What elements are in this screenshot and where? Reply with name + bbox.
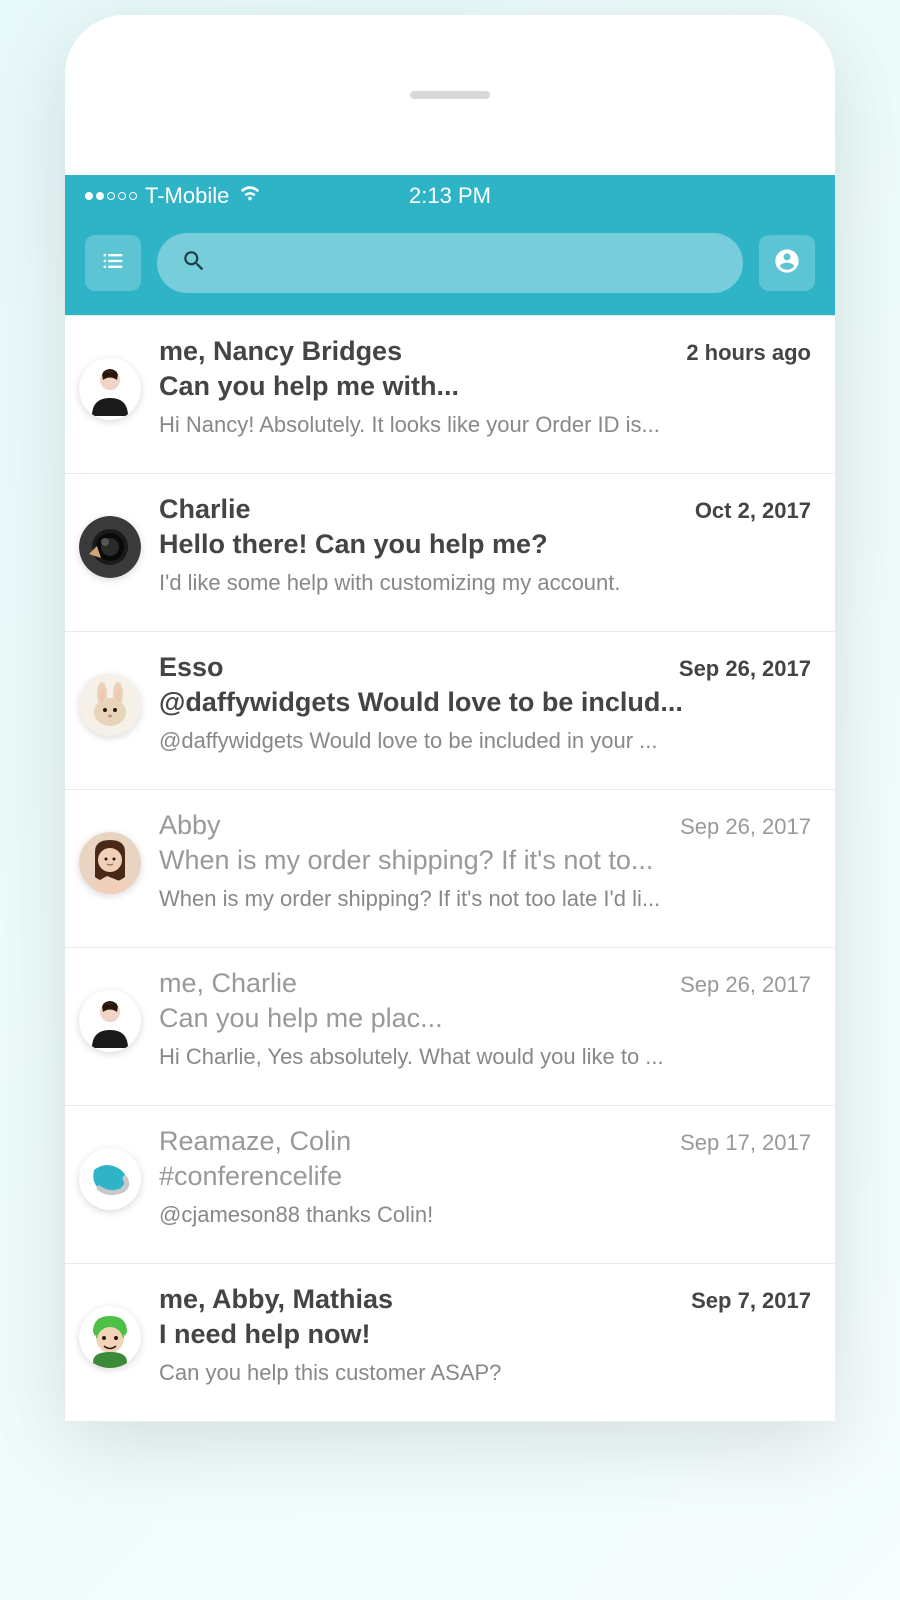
timestamp-label: Sep 17, 2017 <box>680 1130 811 1156</box>
conversation-row[interactable]: me, Nancy Bridges 2 hours ago Can you he… <box>65 316 835 474</box>
avatar <box>79 990 141 1052</box>
menu-button[interactable] <box>85 235 141 291</box>
conversation-row[interactable]: Reamaze, Colin Sep 17, 2017 #conferencel… <box>65 1106 835 1264</box>
avatar <box>79 1148 141 1210</box>
conversation-row[interactable]: me, Abby, Mathias Sep 7, 2017 I need hel… <box>65 1264 835 1422</box>
list-icon <box>99 247 127 280</box>
conversation-body: Reamaze, Colin Sep 17, 2017 #conferencel… <box>159 1126 811 1228</box>
conversation-list: me, Nancy Bridges 2 hours ago Can you he… <box>65 315 835 1422</box>
conversation-row[interactable]: Esso Sep 26, 2017 @daffywidgets Would lo… <box>65 632 835 790</box>
phone-speaker <box>410 91 490 99</box>
participants-label: Abby <box>159 810 221 841</box>
subject-label: @daffywidgets Would love to be includ... <box>159 687 811 718</box>
participants-label: Reamaze, Colin <box>159 1126 351 1157</box>
wifi-icon <box>239 182 261 210</box>
app-header <box>65 217 835 315</box>
timestamp-label: Sep 7, 2017 <box>691 1288 811 1314</box>
timestamp-label: Sep 26, 2017 <box>679 656 811 682</box>
preview-label: @daffywidgets Would love to be included … <box>159 728 811 754</box>
subject-label: Can you help me plac... <box>159 1003 811 1034</box>
phone-bezel <box>65 15 835 175</box>
conversation-body: me, Abby, Mathias Sep 7, 2017 I need hel… <box>159 1284 811 1386</box>
conversation-row[interactable]: Charlie Oct 2, 2017 Hello there! Can you… <box>65 474 835 632</box>
status-bar: T-Mobile 2:13 PM <box>65 175 835 217</box>
preview-label: When is my order shipping? If it's not t… <box>159 886 811 912</box>
status-time: 2:13 PM <box>409 183 491 209</box>
timestamp-label: Sep 26, 2017 <box>680 972 811 998</box>
subject-label: I need help now! <box>159 1319 811 1350</box>
conversation-row[interactable]: me, Charlie Sep 26, 2017 Can you help me… <box>65 948 835 1106</box>
avatar <box>79 358 141 420</box>
preview-label: I'd like some help with customizing my a… <box>159 570 811 596</box>
subject-label: Hello there! Can you help me? <box>159 529 811 560</box>
preview-label: Can you help this customer ASAP? <box>159 1360 811 1386</box>
conversation-body: Charlie Oct 2, 2017 Hello there! Can you… <box>159 494 811 596</box>
subject-label: Can you help me with... <box>159 371 811 402</box>
timestamp-label: Oct 2, 2017 <box>695 498 811 524</box>
search-input[interactable] <box>157 233 743 293</box>
avatar <box>79 516 141 578</box>
avatar <box>79 1306 141 1368</box>
subject-label: #conferencelife <box>159 1161 811 1192</box>
conversation-body: me, Charlie Sep 26, 2017 Can you help me… <box>159 968 811 1070</box>
conversation-row[interactable]: Abby Sep 26, 2017 When is my order shipp… <box>65 790 835 948</box>
signal-strength-icon <box>85 192 137 200</box>
preview-label: @cjameson88 thanks Colin! <box>159 1202 811 1228</box>
profile-button[interactable] <box>759 235 815 291</box>
conversation-body: Abby Sep 26, 2017 When is my order shipp… <box>159 810 811 912</box>
participants-label: me, Nancy Bridges <box>159 336 402 367</box>
phone-frame: T-Mobile 2:13 PM me, Nancy Bridges <box>65 15 835 1422</box>
participants-label: me, Abby, Mathias <box>159 1284 393 1315</box>
avatar <box>79 674 141 736</box>
preview-label: Hi Charlie, Yes absolutely. What would y… <box>159 1044 811 1070</box>
timestamp-label: Sep 26, 2017 <box>680 814 811 840</box>
timestamp-label: 2 hours ago <box>686 340 811 366</box>
participants-label: Esso <box>159 652 224 683</box>
profile-icon <box>773 247 801 280</box>
participants-label: me, Charlie <box>159 968 297 999</box>
conversation-body: Esso Sep 26, 2017 @daffywidgets Would lo… <box>159 652 811 754</box>
conversation-body: me, Nancy Bridges 2 hours ago Can you he… <box>159 336 811 438</box>
avatar <box>79 832 141 894</box>
carrier-label: T-Mobile <box>145 183 229 209</box>
participants-label: Charlie <box>159 494 251 525</box>
subject-label: When is my order shipping? If it's not t… <box>159 845 811 876</box>
search-icon <box>181 248 207 279</box>
preview-label: Hi Nancy! Absolutely. It looks like your… <box>159 412 811 438</box>
